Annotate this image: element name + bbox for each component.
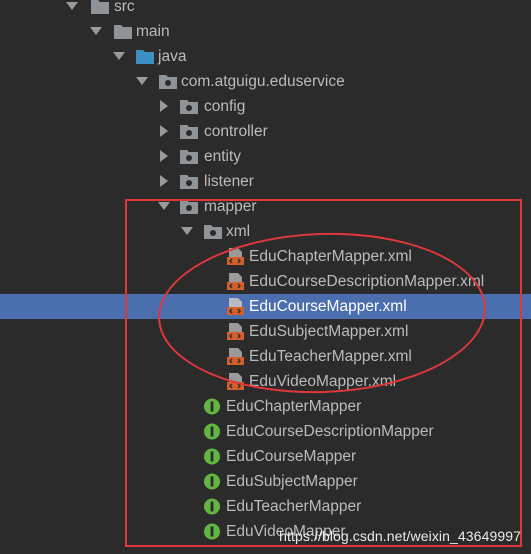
tree-label-entity: entity (204, 148, 242, 165)
collapsed-arrow-icon[interactable] (159, 119, 173, 144)
tree-row-xml-file[interactable]: EduChapterMapper.xml (0, 244, 531, 269)
tree-label-config: config (204, 98, 246, 115)
tree-row-xml-file[interactable]: EduSubjectMapper.xml (0, 319, 531, 344)
expanded-arrow-icon[interactable] (181, 219, 195, 244)
tree-label-xml-file: EduTeacherMapper.xml (249, 348, 412, 365)
tree-label-mapper: mapper (204, 198, 257, 215)
xml-file-icon (226, 347, 246, 366)
package-icon (158, 72, 178, 91)
tree-row-listener[interactable]: listener (0, 169, 531, 194)
expanded-arrow-icon[interactable] (66, 0, 80, 19)
tree-row-config[interactable]: config (0, 94, 531, 119)
folder-icon (113, 22, 133, 41)
tree-row-interface[interactable]: EduCourseMapper (0, 444, 531, 469)
tree-row-xml-file[interactable]: EduCourseDescriptionMapper.xml (0, 269, 531, 294)
tree-label-java: java (158, 48, 187, 65)
tree-row-xml[interactable]: xml (0, 219, 531, 244)
tree-row-xml-file-selected[interactable]: EduCourseMapper.xml (0, 294, 531, 319)
tree-label-listener: listener (204, 173, 254, 190)
tree-row-xml-file[interactable]: EduVideoMapper.xml (0, 369, 531, 394)
xml-file-icon (226, 247, 246, 266)
package-icon (179, 122, 199, 141)
tree-label-interface: EduTeacherMapper (226, 498, 362, 515)
tree-row-main[interactable]: main (0, 19, 531, 44)
tree-label-interface: EduCourseDescriptionMapper (226, 423, 434, 440)
package-icon (179, 172, 199, 191)
tree-label-xml-file: EduCourseMapper.xml (249, 298, 407, 315)
tree-row-interface[interactable]: EduCourseDescriptionMapper (0, 419, 531, 444)
expanded-arrow-icon[interactable] (90, 19, 104, 44)
tree-row-entity[interactable]: entity (0, 144, 531, 169)
package-icon (179, 147, 199, 166)
interface-icon (203, 497, 223, 516)
xml-file-icon (226, 322, 246, 341)
tree-row-mapper[interactable]: mapper (0, 194, 531, 219)
tree-label-main: main (136, 23, 170, 40)
watermark: https://blog.csdn.net/weixin_43649997 (279, 528, 521, 544)
xml-file-icon (226, 372, 246, 391)
folder-icon (90, 0, 110, 16)
tree-row-java[interactable]: java (0, 44, 531, 69)
collapsed-arrow-icon[interactable] (159, 169, 173, 194)
tree-row-interface[interactable]: EduTeacherMapper (0, 494, 531, 519)
interface-icon (203, 422, 223, 441)
tree-row-interface[interactable]: EduSubjectMapper (0, 469, 531, 494)
tree-row-src[interactable]: src (0, 0, 531, 19)
collapsed-arrow-icon[interactable] (159, 94, 173, 119)
project-tree: src main java com.atguigu.eduservice con… (0, 0, 531, 554)
tree-label-interface: EduCourseMapper (226, 448, 357, 465)
interface-icon (203, 472, 223, 491)
expanded-arrow-icon[interactable] (158, 194, 172, 219)
xml-file-icon (226, 272, 246, 291)
package-icon (179, 197, 199, 216)
interface-icon (203, 447, 223, 466)
tree-label-controller: controller (204, 123, 268, 140)
package-icon (179, 97, 199, 116)
tree-label-xml: xml (226, 223, 251, 240)
tree-label-xml-file: EduSubjectMapper.xml (249, 323, 409, 340)
interface-icon (203, 397, 223, 416)
tree-row-controller[interactable]: controller (0, 119, 531, 144)
tree-label-xml-file: EduChapterMapper.xml (249, 248, 412, 265)
tree-row-interface[interactable]: EduChapterMapper (0, 394, 531, 419)
java-source-folder-icon (135, 47, 155, 66)
tree-label-src: src (114, 0, 135, 15)
tree-label-interface: EduSubjectMapper (226, 473, 358, 490)
interface-icon (203, 522, 223, 541)
expanded-arrow-icon[interactable] (136, 69, 150, 94)
xml-file-icon (226, 297, 246, 316)
tree-label-interface: EduChapterMapper (226, 398, 362, 415)
tree-label-xml-file: EduVideoMapper.xml (249, 373, 397, 390)
package-icon (203, 222, 223, 241)
tree-label-package: com.atguigu.eduservice (181, 73, 345, 90)
collapsed-arrow-icon[interactable] (159, 144, 173, 169)
tree-label-xml-file: EduCourseDescriptionMapper.xml (249, 273, 485, 290)
tree-row-package[interactable]: com.atguigu.eduservice (0, 69, 531, 94)
expanded-arrow-icon[interactable] (113, 44, 127, 69)
tree-row-xml-file[interactable]: EduTeacherMapper.xml (0, 344, 531, 369)
